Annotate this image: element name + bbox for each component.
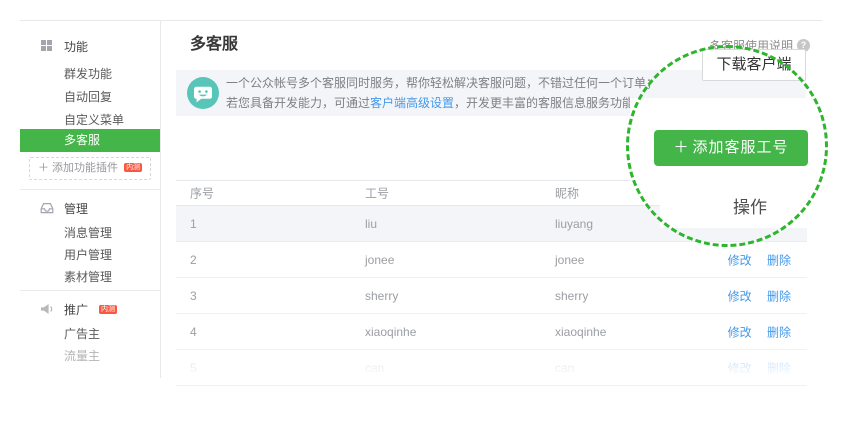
multi-customer-service-page: 功能 群发功能 自动回复 自定义菜单 多客服 ＋ 添加功能插件 内测 <box>0 0 842 423</box>
row-account: sherry <box>365 289 398 303</box>
sidebar-item-traffic-owner[interactable]: 流量主 <box>20 347 160 363</box>
row-no: 5 <box>190 361 197 375</box>
customer-service-smiley-icon <box>187 77 219 114</box>
info-text: 一个公众帐号多个客服同时服务，帮你轻松解决客服问题，不错过任何一个订单； 若您具… <box>226 73 658 113</box>
row-account: liu <box>365 217 377 231</box>
sidebar-divider <box>20 290 160 291</box>
row-nickname: xiaoqinhe <box>555 325 606 339</box>
sidebar-item-user-management[interactable]: 用户管理 <box>20 246 160 262</box>
sidebar-group-promotion[interactable]: 推广 内测 <box>20 301 160 317</box>
delete-link[interactable]: 删除 <box>767 253 791 267</box>
row-no: 2 <box>190 253 197 267</box>
col-header-account: 工号 <box>365 185 389 202</box>
megaphone-icon <box>40 303 54 315</box>
beta-badge: 内测 <box>99 305 117 314</box>
row-nickname: can <box>555 361 574 375</box>
col-header-nickname: 昵称 <box>555 185 579 202</box>
row-account: can <box>365 361 384 375</box>
plus-icon: ＋ <box>38 162 49 174</box>
sidebar-item-label: 广告主 <box>64 325 100 342</box>
sidebar-item-label: 用户管理 <box>64 246 112 263</box>
delete-link[interactable]: 删除 <box>767 289 791 303</box>
modify-link[interactable]: 修改 <box>728 361 752 375</box>
info-line2-post: ，开发更丰富的客服信息服务功能； <box>454 96 646 110</box>
sidebar: 功能 群发功能 自动回复 自定义菜单 多客服 ＋ 添加功能插件 内测 <box>20 21 161 378</box>
add-plugin-label: 添加功能插件 <box>52 162 118 174</box>
plus-icon: ＋ <box>673 139 688 156</box>
sidebar-group-label: 推广 <box>64 301 88 318</box>
sidebar-group-management[interactable]: 管理 <box>20 200 160 216</box>
sidebar-item-auto-reply[interactable]: 自动回复 <box>20 88 160 104</box>
col-header-no: 序号 <box>190 185 214 202</box>
info-line1: 一个公众帐号多个客服同时服务，帮你轻松解决客服问题，不错过任何一个订单； <box>226 76 658 90</box>
sidebar-item-label: 自定义菜单 <box>64 111 124 128</box>
modify-link[interactable]: 修改 <box>728 253 752 267</box>
download-client-button[interactable]: 下载客户端 <box>702 49 806 81</box>
table-row: 3 sherry sherry 修改 删除 <box>176 278 807 314</box>
sidebar-item-mass-send[interactable]: 群发功能 <box>20 65 160 81</box>
row-nickname: sherry <box>555 289 588 303</box>
sidebar-divider <box>20 189 160 190</box>
row-actions: 修改 删除 <box>716 323 791 340</box>
sidebar-item-label: 消息管理 <box>64 224 112 241</box>
grid-icon <box>41 40 52 51</box>
sidebar-group-functions[interactable]: 功能 <box>20 38 160 54</box>
info-line2-pre: 若您具备开发能力，可通过 <box>226 96 370 110</box>
sidebar-item-label: 群发功能 <box>64 65 112 82</box>
row-account: xiaoqinhe <box>365 325 416 339</box>
modify-link[interactable]: 修改 <box>728 289 752 303</box>
table-row: 5 can can 修改 删除 <box>176 350 807 386</box>
sidebar-item-message-management[interactable]: 消息管理 <box>20 224 160 240</box>
sidebar-item-label: 多客服 <box>64 129 100 152</box>
table-row: 4 xiaoqinhe xiaoqinhe 修改 删除 <box>176 314 807 350</box>
row-account: jonee <box>365 253 394 267</box>
row-no: 4 <box>190 325 197 339</box>
sidebar-item-label: 素材管理 <box>64 268 112 285</box>
table-row: 2 jonee jonee 修改 删除 <box>176 242 807 278</box>
beta-badge: 内测 <box>124 163 142 172</box>
sidebar-group-label: 功能 <box>64 38 88 55</box>
sidebar-item-material-management[interactable]: 素材管理 <box>20 268 160 284</box>
add-agent-button-label: 添加客服工号 <box>693 139 789 156</box>
inbox-icon <box>40 202 54 214</box>
delete-link[interactable]: 删除 <box>767 361 791 375</box>
sidebar-item-label: 流量主 <box>64 347 100 364</box>
row-nickname: liuyang <box>555 217 593 231</box>
row-no: 3 <box>190 289 197 303</box>
modify-link[interactable]: 修改 <box>728 325 752 339</box>
row-nickname: jonee <box>555 253 584 267</box>
add-agent-button[interactable]: ＋ 添加客服工号 <box>654 130 808 166</box>
magnified-actions-header: 操作 <box>712 193 788 218</box>
add-plugin-button[interactable]: ＋ 添加功能插件 内测 <box>29 157 151 180</box>
sidebar-item-label: 自动回复 <box>64 88 112 105</box>
row-actions: 修改 删除 <box>716 359 791 376</box>
row-actions: 修改 删除 <box>716 251 791 268</box>
delete-link[interactable]: 删除 <box>767 325 791 339</box>
sidebar-item-multi-customer-service-selected[interactable]: 多客服 <box>20 129 160 152</box>
page-title: 多客服 <box>190 30 238 54</box>
row-no: 1 <box>190 217 197 231</box>
sidebar-item-custom-menu[interactable]: 自定义菜单 <box>20 111 160 127</box>
sidebar-group-label: 管理 <box>64 200 88 217</box>
row-actions: 修改 删除 <box>716 287 791 304</box>
sidebar-item-advertiser[interactable]: 广告主 <box>20 325 160 341</box>
advanced-settings-link[interactable]: 客户端高级设置 <box>370 96 454 110</box>
